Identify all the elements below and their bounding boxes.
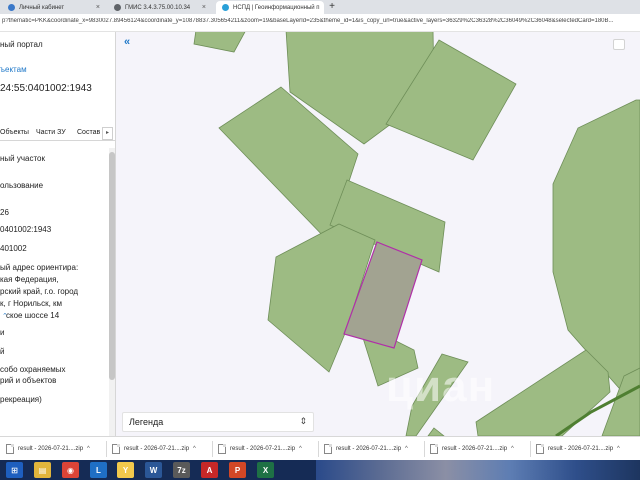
field-object-type: ный участок xyxy=(0,154,45,163)
close-icon[interactable]: × xyxy=(90,4,100,11)
download-filename: result - 2026-07-21....zip xyxy=(442,446,508,452)
new-tab-button[interactable]: + xyxy=(326,1,338,13)
field-value: и xyxy=(0,328,5,337)
taskbar-background-image xyxy=(316,460,640,480)
field-address-line: к, г Норильск, км xyxy=(0,299,63,308)
field-cadastral-number: 0401002:1943 xyxy=(0,225,52,234)
tab-composition[interactable]: Состав xyxy=(77,129,100,136)
word-icon[interactable]: W xyxy=(145,462,162,478)
chevron-up-icon[interactable]: ^ xyxy=(193,446,196,452)
field-address-label: ый адрес ориентира: xyxy=(0,263,79,272)
watermark: циан xyxy=(386,362,496,411)
browser-tab-title: Личный кабинет xyxy=(19,4,65,11)
tabs-next-button[interactable]: ▸ xyxy=(102,127,113,140)
tab-favicon-icon xyxy=(8,4,15,11)
download-item[interactable]: result - 2026-07-21....zip ^ xyxy=(324,441,408,457)
explorer-icon[interactable]: ▤ xyxy=(34,462,51,478)
download-filename: result - 2026-07-21....zip xyxy=(548,446,614,452)
tab-favicon-icon xyxy=(114,4,121,11)
powerpoint-icon[interactable]: P xyxy=(229,462,246,478)
browser-tab-nspd[interactable]: НСПД | Геоинформационный п × xyxy=(216,1,324,14)
expand-toggle-icon[interactable]: ⇕ xyxy=(299,416,307,427)
map-layers-button[interactable] xyxy=(613,39,625,50)
download-item[interactable]: result - 2026-07-21....zip ^ xyxy=(430,441,514,457)
chrome-icon[interactable]: ◉ xyxy=(62,462,79,478)
download-filename: result - 2026-07-21....zip xyxy=(124,446,190,452)
tab-land-parts[interactable]: Части ЗУ xyxy=(36,129,66,136)
field-zone-line: собо охраняемых xyxy=(0,365,66,374)
browser-tab-gmis[interactable]: ГМИС 3.4.3.75.00.10.34 × xyxy=(108,1,212,14)
download-separator xyxy=(318,441,319,457)
file-icon xyxy=(6,444,14,454)
portal-title: ный портал xyxy=(0,40,43,49)
field-quarter: 26 xyxy=(0,208,9,217)
file-icon xyxy=(536,444,544,454)
chevron-up-icon[interactable]: ^ xyxy=(617,446,620,452)
chevron-up-icon[interactable]: ^ xyxy=(299,446,302,452)
lync-icon[interactable]: L xyxy=(90,462,107,478)
download-item[interactable]: result - 2026-07-21....zip ^ xyxy=(112,441,196,457)
file-icon xyxy=(430,444,438,454)
panel-scrollbar-thumb[interactable] xyxy=(109,152,115,380)
close-icon[interactable]: × xyxy=(196,4,206,11)
legend-dropdown[interactable]: Легенда ⇕ xyxy=(122,412,314,432)
chevron-up-icon[interactable]: ⌃ xyxy=(2,312,8,320)
close-icon[interactable]: × xyxy=(320,4,324,11)
field-address-line: рский край, г.о. город xyxy=(0,287,79,296)
map-canvas[interactable] xyxy=(116,32,640,436)
field-address-line: кая Федерация, xyxy=(0,275,59,284)
object-info-panel: ный портал ъектам 24:55:0401002:1943 Объ… xyxy=(0,32,116,436)
field-value: й xyxy=(0,347,5,356)
windows-taskbar: ⊞ ▤ ◉ L Y W 7z A P X xyxy=(0,460,640,480)
land-parcel[interactable] xyxy=(193,32,246,53)
url-text[interactable]: p?thematic=PKK&coordinate_x=9830027.8945… xyxy=(2,18,638,24)
file-icon xyxy=(112,444,120,454)
tab-objects[interactable]: Объекты xyxy=(0,129,29,136)
browser-tab-title: НСПД | Геоинформационный п xyxy=(233,4,320,11)
archive-icon[interactable]: 7z xyxy=(173,462,190,478)
cadastral-number-heading: 24:55:0401002:1943 xyxy=(0,83,92,94)
download-item[interactable]: result - 2026-07-21....zip ^ xyxy=(218,441,302,457)
browser-tab-personal-cabinet[interactable]: Личный кабинет × xyxy=(2,1,106,14)
download-separator xyxy=(530,441,531,457)
address-bar[interactable]: p?thematic=PKK&coordinate_x=9830027.8945… xyxy=(0,14,640,32)
field-zone-type: рекреация) xyxy=(0,395,42,404)
chevron-up-icon[interactable]: ^ xyxy=(511,446,514,452)
map-view[interactable]: « циан Легенда ⇕ xyxy=(116,32,640,436)
download-item[interactable]: result - 2026-07-21....zip ^ xyxy=(6,441,90,457)
excel-icon[interactable]: X xyxy=(257,462,274,478)
chevron-up-icon[interactable]: ^ xyxy=(87,446,90,452)
land-parcel[interactable] xyxy=(475,349,611,436)
field-zone-line: рий и объектов xyxy=(0,376,57,385)
file-icon xyxy=(218,444,226,454)
tab-favicon-icon xyxy=(222,4,229,11)
download-item[interactable]: result - 2026-07-21....zip ^ xyxy=(536,441,620,457)
browser-tab-strip: Личный кабинет × ГМИС 3.4.3.75.00.10.34 … xyxy=(0,0,640,14)
info-tabs: Объекты Части ЗУ Состав ▸ xyxy=(0,127,115,141)
collapse-panel-button[interactable]: « xyxy=(120,36,134,50)
pdf-icon[interactable]: A xyxy=(201,462,218,478)
yandex-icon[interactable]: Y xyxy=(117,462,134,478)
download-separator xyxy=(106,441,107,457)
download-separator xyxy=(212,441,213,457)
back-to-objects-link[interactable]: ъектам xyxy=(0,65,27,74)
downloads-bar: result - 2026-07-21....zip ^ result - 20… xyxy=(0,436,640,460)
download-separator xyxy=(424,441,425,457)
browser-tab-title: ГМИС 3.4.3.75.00.10.34 xyxy=(125,4,191,11)
field-land-use: ользование xyxy=(0,181,44,190)
download-filename: result - 2026-07-21....zip xyxy=(336,446,402,452)
chevron-up-icon[interactable]: ^ xyxy=(405,446,408,452)
download-filename: result - 2026-07-21....zip xyxy=(230,446,296,452)
start-icon[interactable]: ⊞ xyxy=(6,462,23,478)
field-address-line: ское шоссе 14 xyxy=(6,311,60,320)
field-cadastral-quarter: 401002 xyxy=(0,244,27,253)
download-filename: result - 2026-07-21....zip xyxy=(18,446,84,452)
land-parcel[interactable] xyxy=(427,427,445,436)
legend-label: Легенда xyxy=(129,417,164,427)
file-icon xyxy=(324,444,332,454)
